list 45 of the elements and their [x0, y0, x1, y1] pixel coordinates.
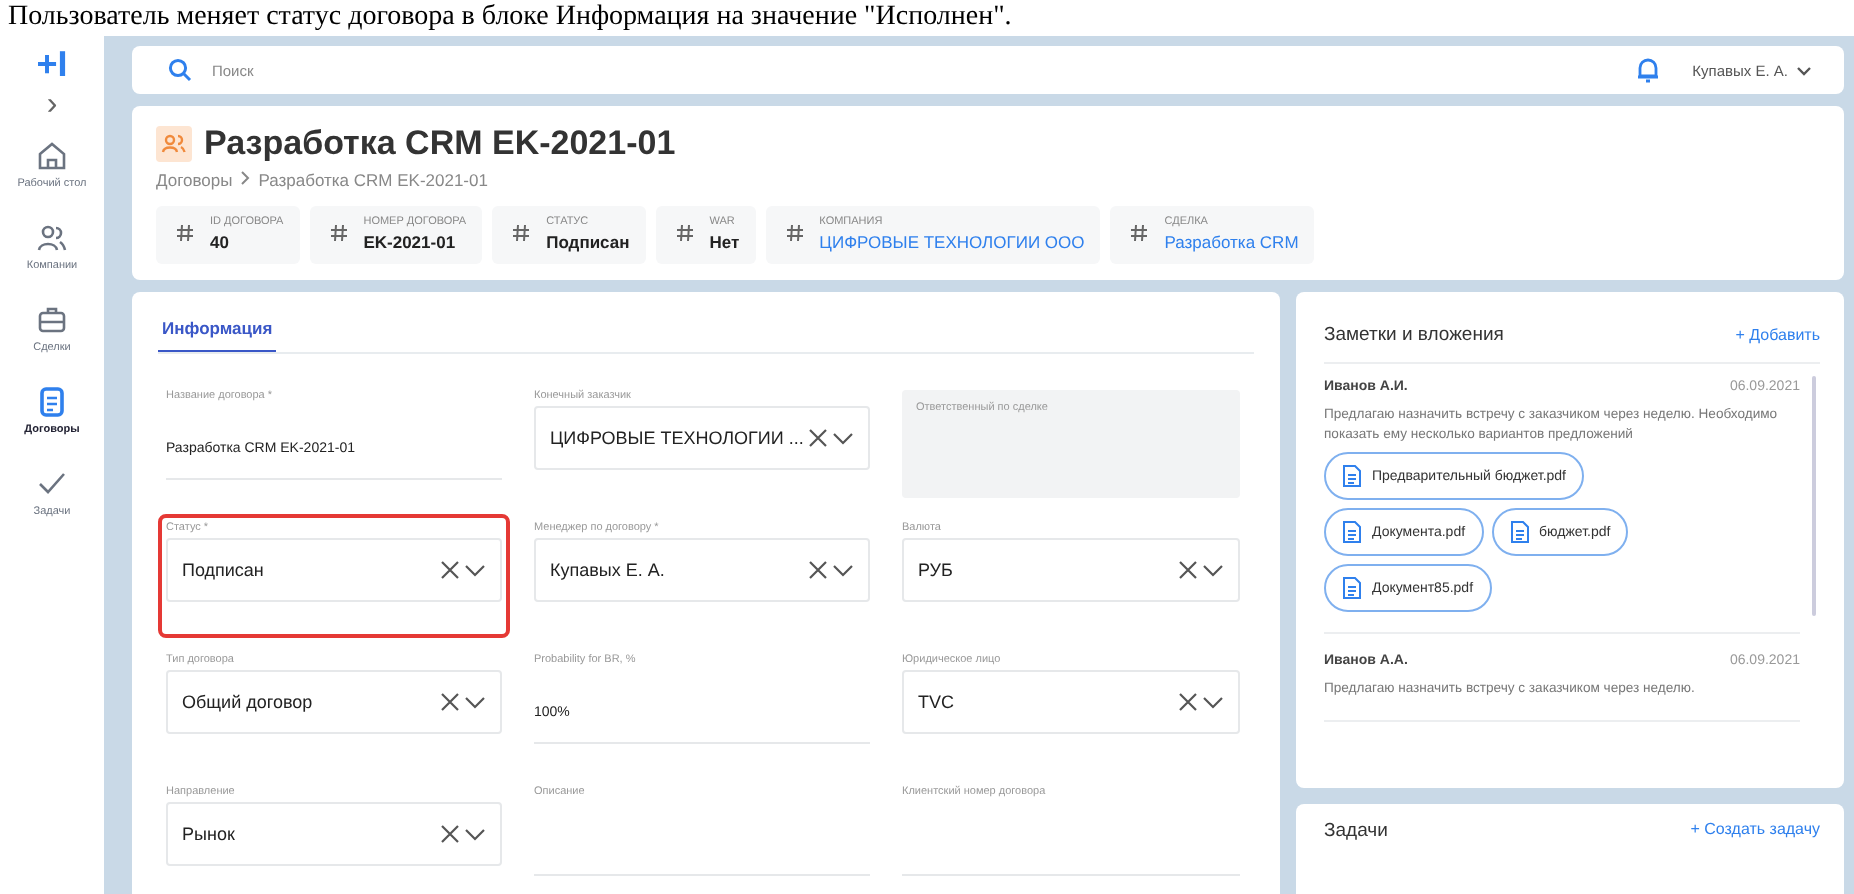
logo: +I: [36, 44, 68, 84]
home-icon: [36, 140, 68, 172]
section-title: Задачи: [1324, 820, 1388, 842]
bell-icon[interactable]: [1636, 56, 1661, 84]
hash-icon: [176, 224, 194, 242]
document-icon: [36, 386, 68, 418]
chevron-down-icon: [1796, 65, 1812, 75]
clear-chevron-icon: [440, 560, 488, 580]
hash-icon: [675, 224, 694, 242]
file-icon: [1342, 520, 1362, 544]
select-field[interactable]: TVC: [902, 670, 1240, 734]
people-icon: [156, 126, 192, 162]
select-field[interactable]: Подписан: [166, 538, 502, 602]
scrollbar[interactable]: [1812, 376, 1816, 616]
briefcase-icon: [36, 304, 68, 336]
hash-icon: [785, 224, 804, 242]
clear-chevron-icon: [808, 428, 856, 448]
clear-chevron-icon: [808, 560, 856, 580]
file-icon: [1342, 464, 1362, 488]
clear-chevron-icon: [1178, 560, 1226, 580]
clear-chevron-icon: [1178, 692, 1226, 712]
clear-chevron-icon: [440, 692, 488, 712]
section-title: Заметки и вложения: [1324, 324, 1504, 346]
page-title: Разработка CRM EK-2021-01: [204, 124, 676, 164]
breadcrumb-link[interactable]: Разработка CRM EK-2021-01: [258, 170, 488, 190]
hash-icon: [1130, 224, 1149, 242]
file-icon: [1509, 520, 1530, 544]
breadcrumb-link[interactable]: Договоры: [156, 170, 233, 190]
select-field[interactable]: Рынок: [166, 802, 502, 866]
select-field[interactable]: РУБ: [902, 538, 1240, 602]
expand-button[interactable]: ›: [46, 92, 58, 120]
chevron-right-icon: [240, 170, 251, 186]
clear-chevron-icon: [440, 824, 488, 844]
search-icon: [168, 58, 192, 82]
select-field[interactable]: Купавых Е. А.: [534, 538, 870, 602]
file-icon: [1342, 576, 1362, 600]
add-link[interactable]: + Создать задачу: [1690, 820, 1820, 838]
hash-icon: [329, 224, 348, 242]
select-field[interactable]: ЦИФРОВЫЕ ТЕХНОЛОГИИ ...: [534, 406, 870, 470]
tab[interactable]: Информация: [158, 308, 277, 352]
people-icon: [35, 222, 68, 254]
caption-text: Пользователь меняет статус договора в блоке Информация на значение "Исполнен".: [0, 0, 1854, 36]
select-field[interactable]: Общий договор: [166, 670, 502, 734]
add-link[interactable]: + Добавить: [1735, 326, 1820, 344]
hash-icon: [512, 224, 531, 242]
